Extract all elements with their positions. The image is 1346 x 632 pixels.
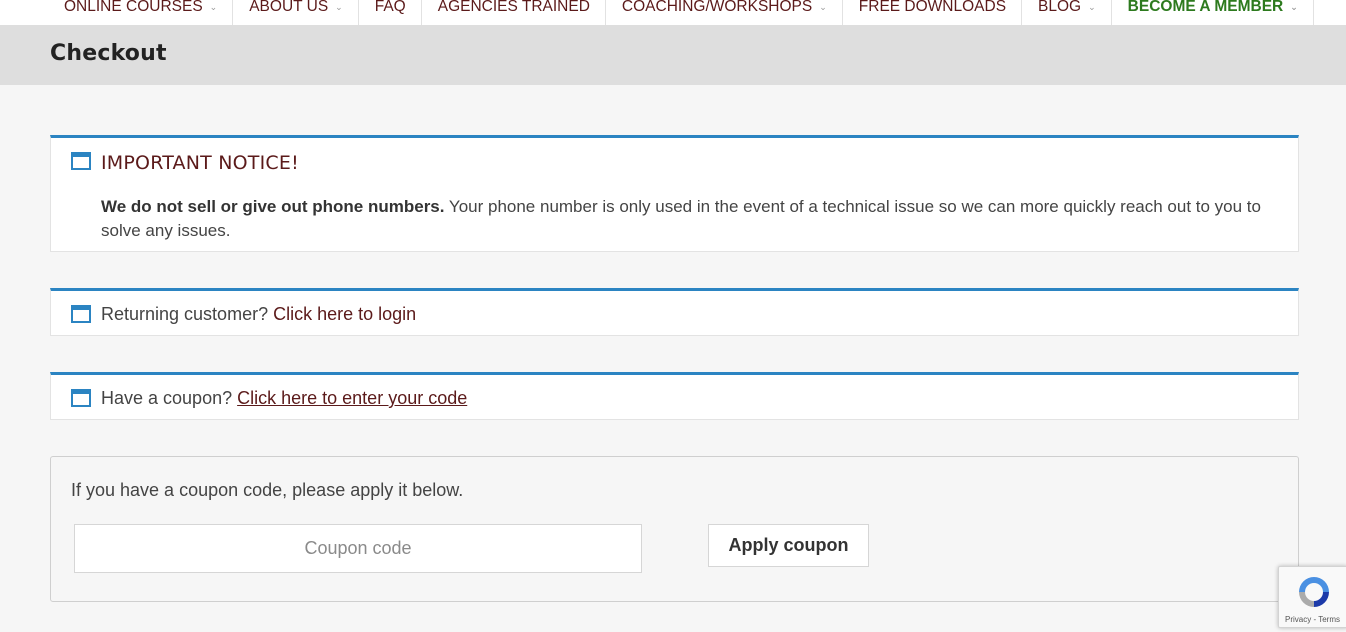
- chevron-down-icon: ⌄: [209, 2, 218, 12]
- page-title-band: Checkout: [0, 25, 1346, 85]
- nav-item-about-us[interactable]: ABOUT US ⌄: [233, 0, 359, 25]
- apply-coupon-button[interactable]: Apply coupon: [708, 524, 869, 567]
- nav-item-label: FREE DOWNLOADS: [858, 0, 1007, 15]
- nav-menu: ONLINE COURSES ⌄ ABOUT US ⌄ FAQ AGENCIES…: [48, 0, 1314, 25]
- recaptcha-icon: [1299, 577, 1329, 607]
- nav-item-coaching-workshops[interactable]: COACHING/WORKSHOPS ⌄: [606, 0, 843, 25]
- nav-item-label: BLOG: [1038, 0, 1082, 15]
- coupon-instruction: If you have a coupon code, please apply …: [71, 480, 464, 500]
- notice-title: IMPORTANT NOTICE!: [101, 152, 299, 174]
- nav-item-label: AGENCIES TRAINED: [437, 0, 590, 15]
- page-title: Checkout: [50, 41, 167, 66]
- notice-bold-text: We do not sell or give out phone numbers…: [101, 197, 445, 216]
- chevron-down-icon: ⌄: [819, 2, 827, 12]
- window-icon: [71, 152, 91, 170]
- chevron-down-icon: ⌄: [335, 2, 343, 12]
- coupon-form: If you have a coupon code, please apply …: [50, 456, 1299, 602]
- enter-code-link[interactable]: Click here to enter your code: [237, 388, 467, 408]
- nav-item-label: ONLINE COURSES: [64, 0, 203, 15]
- nav-item-label: FAQ: [374, 0, 406, 15]
- nav-item-become-a-member[interactable]: BECOME A MEMBER ⌄: [1112, 0, 1314, 25]
- nav-item-online-courses[interactable]: ONLINE COURSES ⌄: [48, 0, 234, 25]
- returning-customer-text: Returning customer?: [101, 304, 269, 324]
- window-icon: [71, 389, 91, 407]
- chevron-down-icon: ⌄: [1088, 2, 1096, 12]
- coupon-notice-line: Have a coupon? Click here to enter your …: [101, 388, 467, 409]
- nav-item-label: COACHING/WORKSHOPS: [621, 0, 813, 15]
- coupon-notice: Have a coupon? Click here to enter your …: [50, 372, 1299, 420]
- nav-item-free-downloads[interactable]: FREE DOWNLOADS: [843, 0, 1023, 25]
- nav-item-label: ABOUT US: [249, 0, 329, 15]
- window-icon: [71, 305, 91, 323]
- login-link[interactable]: Click here to login: [273, 304, 416, 324]
- coupon-notice-text: Have a coupon?: [101, 388, 233, 408]
- returning-customer-line: Returning customer? Click here to login: [101, 304, 416, 325]
- nav-item-label: BECOME A MEMBER: [1127, 0, 1284, 15]
- chevron-down-icon: ⌄: [1290, 2, 1298, 12]
- returning-customer-notice: Returning customer? Click here to login: [50, 288, 1299, 336]
- terms-link[interactable]: Terms: [1318, 615, 1340, 624]
- nav-item-agencies-trained[interactable]: AGENCIES TRAINED: [422, 0, 606, 25]
- coupon-code-input[interactable]: [74, 524, 642, 573]
- top-navigation: ONLINE COURSES ⌄ ABOUT US ⌄ FAQ AGENCIES…: [0, 0, 1346, 25]
- nav-item-faq[interactable]: FAQ: [359, 0, 422, 25]
- nav-item-blog[interactable]: BLOG ⌄: [1022, 0, 1112, 25]
- important-notice: IMPORTANT NOTICE! We do not sell or give…: [50, 135, 1299, 252]
- recaptcha-links: Privacy - Terms: [1285, 615, 1340, 624]
- notice-body: We do not sell or give out phone numbers…: [101, 195, 1280, 243]
- recaptcha-badge[interactable]: Privacy - Terms: [1278, 566, 1346, 628]
- privacy-link[interactable]: Privacy: [1285, 615, 1311, 624]
